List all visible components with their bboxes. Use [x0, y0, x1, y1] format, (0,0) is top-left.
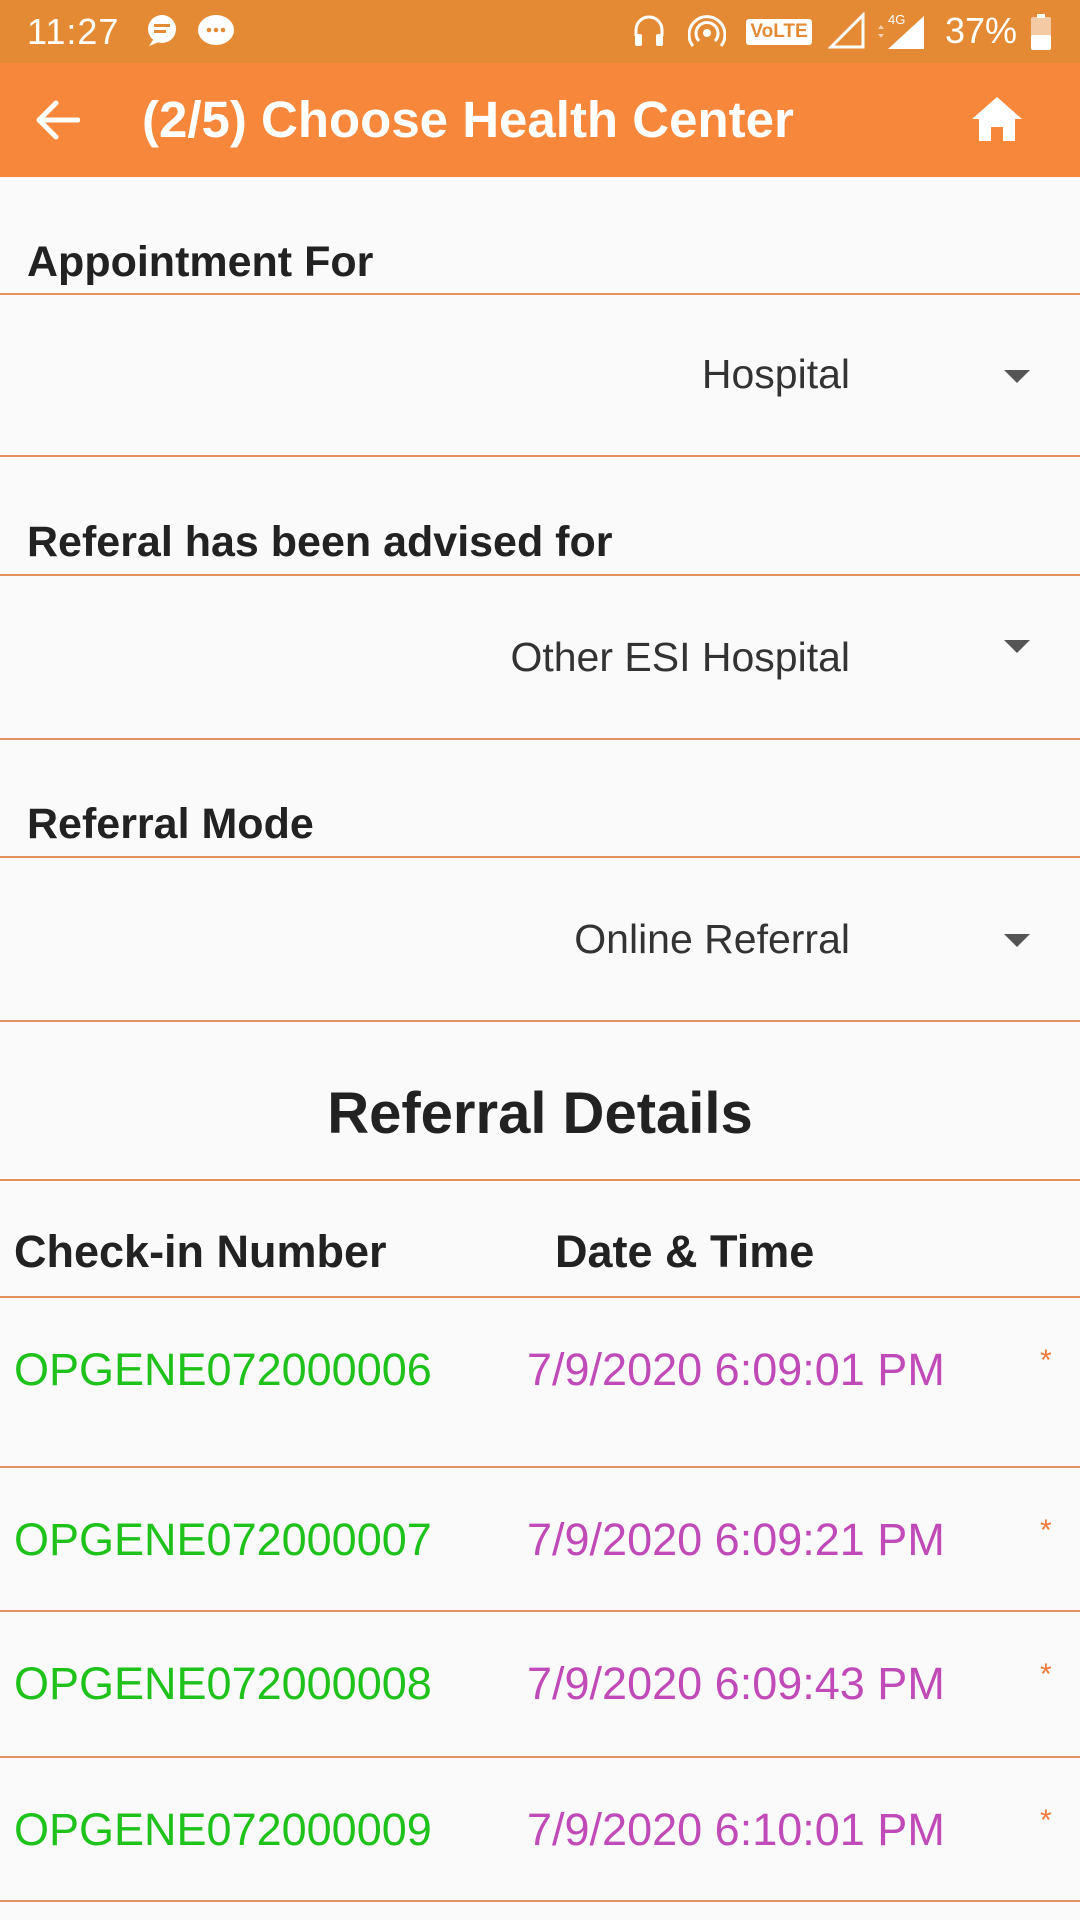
volte-icon: VoLTE: [746, 19, 812, 45]
table-row[interactable]: OPGENE072000008 7/9/2020 6:09:43 PM *: [0, 1612, 1080, 1754]
chevron-down-icon: [1004, 370, 1030, 383]
required-mark: *: [1040, 1804, 1052, 1837]
required-mark: *: [1040, 1658, 1052, 1691]
required-mark: *: [1040, 1344, 1052, 1377]
checkin-number-header: Check-in Number: [14, 1226, 387, 1277]
app-bar: (2/5) Choose Health Center: [0, 63, 1080, 177]
referral-mode-dropdown[interactable]: Online Referral: [0, 858, 1080, 1020]
page-title: (2/5) Choose Health Center: [142, 91, 794, 148]
referral-mode-label: Referral Mode: [27, 800, 314, 848]
status-time: 11:27: [27, 10, 120, 52]
chat-bubble-icon: [148, 15, 176, 46]
date-time: 7/9/2020 6:10:01 PM: [527, 1804, 945, 1855]
checkin-number: OPGENE072000006: [14, 1344, 432, 1395]
checkin-number: OPGENE072000007: [14, 1514, 432, 1565]
4g-label: 4G: [888, 12, 905, 27]
date-time: 7/9/2020 6:09:01 PM: [527, 1344, 945, 1395]
battery-icon: [1031, 14, 1051, 50]
date-time: 7/9/2020 6:09:43 PM: [527, 1658, 945, 1709]
checkin-number: OPGENE072000008: [14, 1658, 432, 1709]
arrow-left-icon[interactable]: [34, 100, 80, 140]
divider: [0, 455, 1080, 457]
hotspot-icon: [688, 15, 726, 47]
message-icon: [198, 15, 234, 45]
4g-signal-icon: 4G: [878, 12, 924, 49]
referral-advised-value: Other ESI Hospital: [510, 634, 850, 680]
referral-mode-value: Online Referral: [574, 916, 850, 962]
table-row[interactable]: OPGENE072000007 7/9/2020 6:09:21 PM *: [0, 1468, 1080, 1610]
divider: [0, 738, 1080, 740]
referral-advised-label: Referal has been advised for: [27, 518, 613, 566]
appointment-for-value: Hospital: [701, 351, 850, 397]
date-time-header: Date & Time: [555, 1226, 815, 1277]
checkin-number: OPGENE072000009: [14, 1804, 432, 1855]
table-row[interactable]: OPGENE072000006 7/9/2020 6:09:01 PM *: [0, 1298, 1080, 1440]
divider: [0, 1900, 1080, 1902]
status-bar: 11:27 VoLTE 4G 37%: [0, 0, 1080, 63]
required-mark: *: [1040, 1514, 1052, 1547]
battery-percent: 37%: [945, 10, 1018, 51]
home-icon[interactable]: [970, 95, 1024, 143]
appointment-for-dropdown[interactable]: Hospital: [0, 295, 1080, 455]
table-row[interactable]: OPGENE072000009 7/9/2020 6:10:01 PM *: [0, 1758, 1080, 1900]
chevron-down-icon: [1004, 640, 1030, 653]
signal-icon: [828, 12, 865, 49]
divider: [0, 1179, 1080, 1181]
divider: [0, 1020, 1080, 1022]
appointment-for-label: Appointment For: [27, 238, 374, 286]
headset-icon: [634, 15, 664, 46]
referral-advised-dropdown[interactable]: Other ESI Hospital: [0, 576, 1080, 738]
referral-details-title: Referral Details: [327, 1081, 753, 1146]
chevron-down-icon: [1004, 934, 1030, 947]
date-time: 7/9/2020 6:09:21 PM: [527, 1514, 945, 1565]
